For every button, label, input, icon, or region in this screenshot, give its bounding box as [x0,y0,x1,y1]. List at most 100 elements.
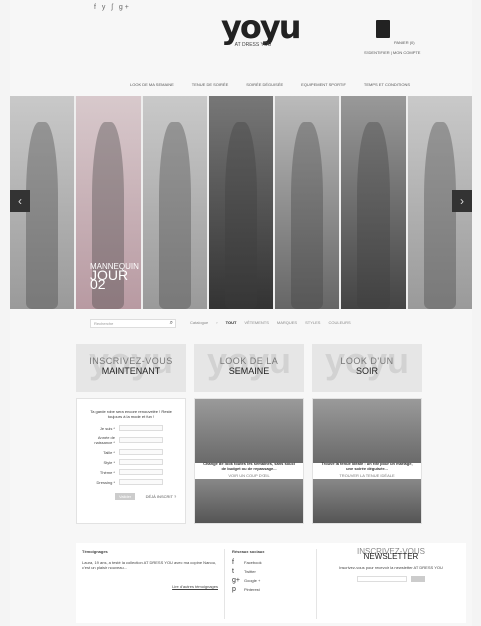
promo-register-line2: MAINTENANT [101,366,161,376]
week-look-panel: Change de look toutes les semaines, sans… [194,398,304,524]
form-row-theme: Thème * [85,469,185,475]
filter-styles[interactable]: STYLES [305,320,320,325]
nav-item-soiree-deguisee[interactable]: SOIRÉE DÉGUISÉE [246,82,283,87]
promo-week-line1: LOOK DE LA [219,356,279,366]
google-plus-icon: g+ [232,577,240,584]
shopping-bag-icon[interactable] [376,20,390,38]
register-form: Ta garde robe sera encore renouvelée ! R… [76,398,186,524]
social-item-pinterest[interactable]: p Pinterest [232,586,312,593]
register-submit-button[interactable]: Valider [115,493,136,500]
dressing-select[interactable] [119,479,163,485]
field-label: Je suis * [99,425,115,431]
week-look-caption: Change de look toutes les semaines, sans… [201,461,297,478]
social-title: Réseaux sociaux [232,549,265,554]
week-look-caption-text: Change de look toutes les semaines, sans… [203,461,295,471]
field-label: Taille * [103,449,115,455]
model-photo [224,121,258,309]
size-field[interactable] [119,449,163,455]
search-placeholder: Recherche [94,321,114,326]
testimonials-block: Témoignages Laura, 19 ans, a testé la co… [82,549,218,589]
nav-item-tenue-soiree[interactable]: TENUE DE SOIRÉE [192,82,228,87]
nav-item-look-semaine[interactable]: LOOK DE MA SEMAINE [130,82,174,87]
model-photo [26,121,59,309]
social-item-twitter[interactable]: t Twitter [232,568,312,575]
hero-slider [10,96,472,309]
slide-6[interactable] [341,96,406,309]
form-row-birth: Année de naissance * [85,435,185,445]
nav-item-equipement-sportif[interactable]: EQUIPEMENT SPORTIF [301,82,346,87]
model-photo [423,121,456,309]
field-label: Dressing * [96,479,115,485]
model-photo [291,121,324,309]
newsletter-submit-button[interactable] [411,576,425,582]
testimonials-text: Laura, 19 ans, a testé la collection AT … [82,560,217,570]
filter-couleurs[interactable]: COULEURS [328,320,350,325]
catalogue-label[interactable]: Catalogue [190,320,208,325]
social-item-google-plus[interactable]: g+ Google + [232,577,312,584]
field-label: Année de naissance * [94,435,115,445]
form-row-style: Style * [85,459,185,465]
footer-section: Témoignages Laura, 19 ans, a testé la co… [76,543,466,623]
register-intro: Ta garde robe sera encore renouvelée ! R… [90,409,172,419]
newsletter-email-input[interactable] [357,576,407,582]
twitter-icon: t [232,568,234,575]
evening-look-caption: Trouve la tenue idéale : un rdv pour un … [319,461,415,478]
catalogue-filters: Catalogue › TOUT VÊTEMENTS MARQUES STYLE… [190,320,351,325]
week-look-photo-bottom[interactable] [195,479,303,523]
filter-vetements[interactable]: VÊTEMENTS [244,320,268,325]
promo-evening-look[interactable]: yoyu LOOK D'UN SOIR [312,344,422,392]
social-item-facebook[interactable]: f Facebook [232,559,312,566]
evening-look-photo-top[interactable] [313,399,421,463]
evening-look-caption-text: Trouve la tenue idéale : un rdv pour un … [321,461,413,471]
pinterest-icon: p [232,586,236,593]
newsletter-line2: NEWSLETTER [363,552,419,561]
filter-tout[interactable]: TOUT [226,320,237,325]
field-label: Thème * [99,469,115,475]
promo-register[interactable]: yoyu INSCRIVEZ-VOUS MAINTENANT [76,344,186,392]
slide-caption: MANNEQUIN JOUR 02 [90,262,139,291]
testimonials-title: Témoignages [82,549,108,554]
filter-marques[interactable]: MARQUES [277,320,297,325]
slide-4[interactable] [208,96,274,309]
promo-week-look[interactable]: yoyu LOOK DE LA SEMAINE [194,344,304,392]
social-block: Réseaux sociaux f Facebook t Twitter g+ Goo… [232,549,312,596]
already-registered-link[interactable]: DÉJÀ INSCRIT ? [146,494,177,499]
logo-mark: yoyu [221,8,301,46]
form-row-size: Taille * [85,449,185,455]
evening-look-panel: Trouve la tenue idéale : un rdv pour un … [312,398,422,524]
site-logo[interactable]: yoyu AT DRESS YOU [221,8,301,48]
slide-3[interactable] [142,96,207,309]
search-input[interactable]: Recherche ⌕ [90,319,176,328]
divider [224,549,225,619]
slide-5[interactable] [275,96,340,309]
style-field[interactable] [119,459,163,465]
divider [316,549,317,619]
promo-evening-line2: SOIR [355,366,378,376]
cart-label[interactable]: PANIER (0) [394,40,415,45]
social-links[interactable]: f y ʃ g+ [94,4,131,11]
social-label: Facebook [244,560,262,565]
promo-register-line1: INSCRIVEZ-VOUS [89,356,173,366]
slider-next-button[interactable]: › [452,190,472,212]
main-nav: LOOK DE MA SEMAINE TENUE DE SOIRÉE SOIRÉ… [130,82,410,87]
newsletter-block: INSCRIVEZ-VOUS NEWSLETTER Inscrivez-vous… [324,548,458,583]
testimonials-more-link[interactable]: Lire d'autres témoignages [82,584,218,589]
birth-year-field[interactable] [119,437,163,443]
social-icons-glyphs[interactable]: f y ʃ g+ [94,4,131,11]
gender-field[interactable] [119,425,163,431]
social-label: Pinterest [244,587,260,592]
theme-select[interactable] [119,469,163,475]
account-links[interactable]: S'IDENTIFIER | MON COMPTE [364,50,420,55]
slider-prev-button[interactable]: ‹ [10,190,30,212]
promo-evening-line1: LOOK D'UN [340,356,394,366]
nav-item-temps-conditions[interactable]: TEMPS ET CONDITIONS [364,82,410,87]
evening-look-more-link[interactable]: TROUVER LA TENUE IDÉALE [319,473,415,478]
week-look-photo-top[interactable] [195,399,303,463]
social-label: Twitter [244,569,256,574]
search-icon[interactable]: ⌕ [170,320,173,327]
breadcrumb-separator: › [216,320,218,325]
model-photo [158,121,191,309]
social-label: Google + [244,578,261,583]
week-look-more-link[interactable]: VOIR UN COUP D'ŒIL [201,473,297,478]
evening-look-photo-bottom[interactable] [313,479,421,523]
